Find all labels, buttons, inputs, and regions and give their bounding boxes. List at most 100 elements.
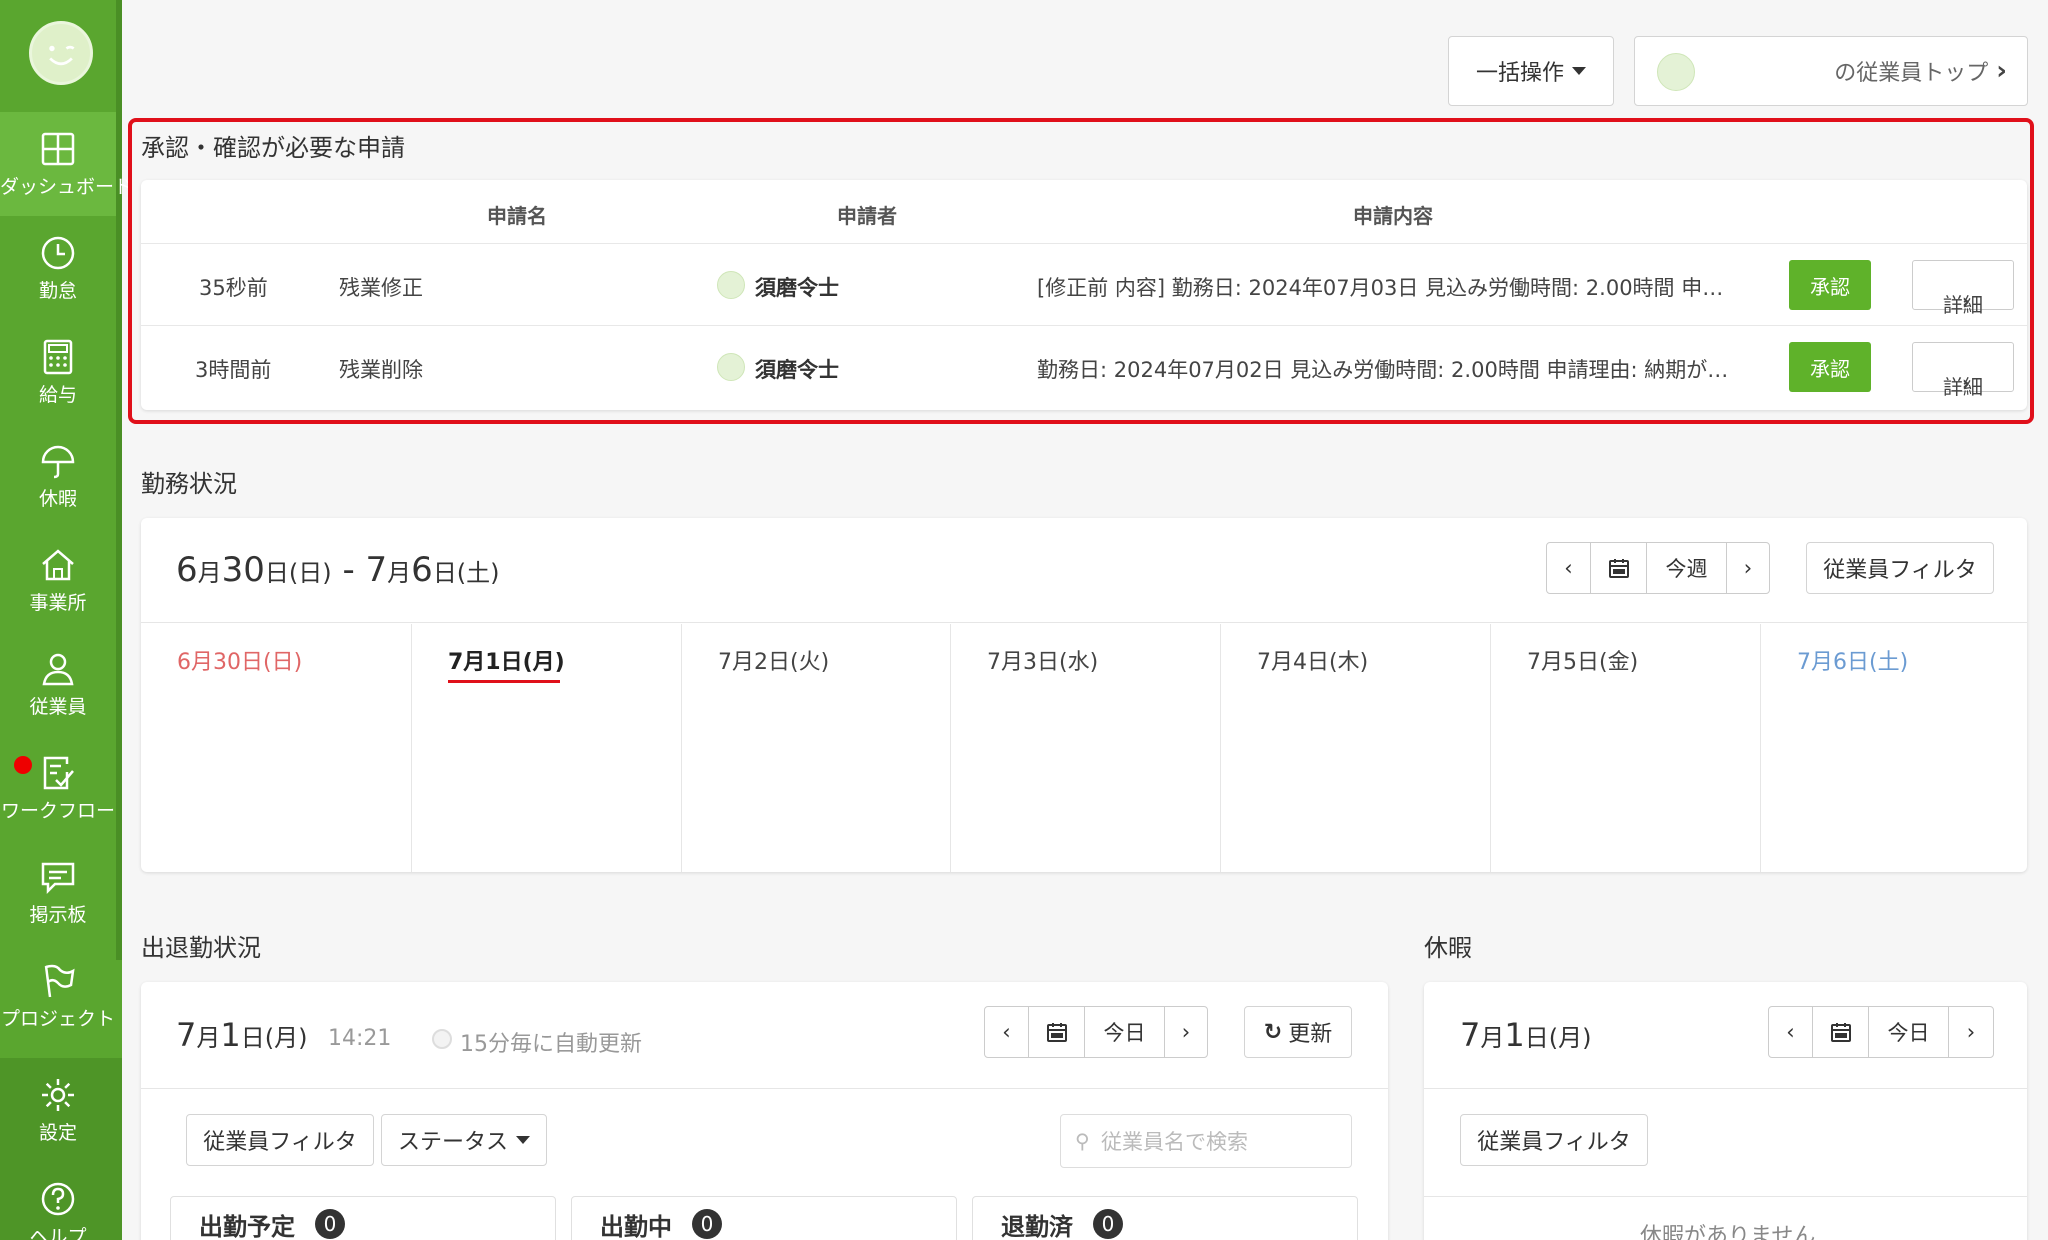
- chevron-right-icon: ›: [1966, 1020, 1976, 1044]
- status-label: ステータス: [397, 1130, 508, 1155]
- employee-search-input[interactable]: ⚲ 従業員名で検索: [1060, 1114, 1352, 1168]
- row-applicant[interactable]: 須磨令士: [755, 272, 839, 302]
- prev-day-button[interactable]: ‹: [985, 1007, 1029, 1057]
- day-column-today[interactable]: 7月1日(月): [412, 624, 682, 872]
- leave-empty-message: 休暇がありません: [1640, 1224, 1816, 1240]
- row-content: 勤務日: 2024年07月02日 見込み労働時間: 2.00時間 申請理由: 納…: [1037, 358, 1729, 382]
- next-week-button[interactable]: ›: [1727, 543, 1769, 593]
- today-button[interactable]: 今日: [1085, 1007, 1165, 1057]
- attendance-time: 14:21: [328, 1026, 392, 1051]
- day-column[interactable]: 7月2日(火): [682, 624, 951, 872]
- table-row[interactable]: 3時間前 残業削除 須磨令士 勤務日: 2024年07月02日 見込み労働時間:…: [141, 326, 2027, 408]
- next-day-button[interactable]: ›: [1165, 1007, 1207, 1057]
- divider: [1424, 1196, 2027, 1197]
- refresh-icon: ↻: [1263, 1019, 1283, 1045]
- range-start-suffix: 日(日): [264, 559, 332, 587]
- search-icon: ⚲: [1075, 1129, 1090, 1153]
- sidebar-item-label: 掲示板: [29, 904, 87, 926]
- day-column[interactable]: 7月6日(土): [1761, 624, 2027, 872]
- sidebar: ダッシュボード 勤怠 給与 休暇 事業所 従業員 ワークフロー 掲示板 プロジェ…: [0, 0, 134, 1240]
- refresh-label: 更新: [1288, 1022, 1333, 1047]
- sidebar-item-help[interactable]: ヘルプ: [0, 1162, 116, 1240]
- sidebar-item-workflow[interactable]: ワークフロー: [0, 736, 116, 840]
- sidebar-item-label: ダッシュボード: [0, 176, 134, 198]
- range-start-month: 6: [176, 550, 198, 590]
- employee-filter-button[interactable]: 従業員フィルタ: [1806, 542, 1994, 594]
- chevron-left-icon: ‹: [1786, 1020, 1795, 1044]
- stat-count-badge: 0: [1093, 1209, 1123, 1239]
- column-header-name: 申請名: [487, 204, 547, 228]
- day-navigator: ‹ 今日 ›: [984, 1006, 1208, 1058]
- calendar-button[interactable]: [1813, 1007, 1869, 1057]
- bulk-action-label: 一括操作: [1475, 61, 1564, 86]
- prev-day-button[interactable]: ‹: [1769, 1007, 1813, 1057]
- sidebar-item-label: 設定: [38, 1122, 77, 1144]
- calendar-icon: [1046, 1023, 1067, 1042]
- next-day-button[interactable]: ›: [1949, 1007, 1993, 1057]
- sidebar-item-leave[interactable]: 休暇: [0, 424, 116, 528]
- prev-week-button[interactable]: ‹: [1547, 543, 1591, 593]
- approve-button[interactable]: 承認: [1789, 260, 1871, 310]
- today-button[interactable]: 今日: [1869, 1007, 1949, 1057]
- column-header-content: 申請内容: [1353, 204, 1433, 228]
- sidebar-item-dashboard[interactable]: ダッシュボード: [0, 112, 134, 216]
- calendar-icon: [1608, 559, 1629, 578]
- table-row[interactable]: 35秒前 残業修正 須磨令士 [修正前 内容] 勤務日: 2024年07月03日…: [141, 244, 2027, 326]
- date-month-char: 月: [1480, 1024, 1505, 1052]
- employee-filter-button[interactable]: 従業員フィルタ: [186, 1114, 374, 1166]
- day-column[interactable]: 7月3日(水): [951, 624, 1221, 872]
- day-column[interactable]: 7月5日(金): [1491, 624, 1761, 872]
- stat-left[interactable]: 退勤済 0: [972, 1196, 1358, 1240]
- calendar-button[interactable]: [1591, 543, 1647, 593]
- avatar: [1657, 53, 1695, 91]
- sidebar-item-settings[interactable]: 設定: [0, 1058, 116, 1162]
- date-suffix: 日(月): [240, 1024, 308, 1052]
- calendar-button[interactable]: [1029, 1007, 1085, 1057]
- sidebar-item-payroll[interactable]: 給与: [0, 320, 116, 424]
- row-time: 3時間前: [195, 358, 272, 382]
- bulk-action-button[interactable]: 一括操作: [1448, 36, 1614, 106]
- sidebar-item-employees[interactable]: 従業員: [0, 632, 116, 736]
- work-status-title: 勤務状況: [141, 470, 237, 498]
- checklist-icon: [43, 756, 74, 790]
- row-applicant[interactable]: 須磨令士: [755, 354, 839, 384]
- day-column[interactable]: 7月4日(木): [1221, 624, 1491, 872]
- umbrella-icon: [41, 445, 75, 479]
- gear-icon: [42, 1079, 74, 1111]
- sidebar-scrollbar[interactable]: [116, 0, 122, 960]
- day-label: 7月4日(木): [1257, 650, 1369, 675]
- employee-filter-button[interactable]: 従業員フィルタ: [1460, 1114, 1648, 1166]
- divider: [141, 1088, 1388, 1089]
- app-logo[interactable]: [29, 21, 93, 85]
- attendance-title: 出退勤状況: [141, 934, 261, 962]
- stat-scheduled[interactable]: 出勤予定 0: [170, 1196, 556, 1240]
- detail-button[interactable]: 詳細 ›: [1912, 342, 2014, 399]
- week-navigator: ‹ 今週 ›: [1546, 542, 1770, 594]
- status-dropdown[interactable]: ステータス: [381, 1114, 547, 1166]
- caret-down-icon: [1572, 67, 1586, 75]
- sidebar-item-board[interactable]: 掲示板: [0, 840, 116, 944]
- date-day: 1: [1504, 1016, 1525, 1054]
- search-placeholder: 従業員名で検索: [1101, 1130, 1248, 1154]
- sidebar-item-attendance[interactable]: 勤怠: [0, 216, 116, 320]
- sidebar-item-office[interactable]: 事業所: [0, 528, 116, 632]
- approve-button[interactable]: 承認: [1789, 342, 1871, 392]
- this-week-button[interactable]: 今週: [1647, 543, 1727, 593]
- calculator-icon: [43, 339, 73, 375]
- sidebar-item-label: 従業員: [29, 696, 87, 718]
- detail-button[interactable]: 詳細 ›: [1912, 260, 2014, 317]
- stat-working[interactable]: 出勤中 0: [571, 1196, 957, 1240]
- refresh-button[interactable]: ↻ 更新: [1244, 1006, 1352, 1058]
- day-label: 7月2日(火): [718, 650, 830, 675]
- day-column[interactable]: 6月30日(日): [141, 624, 412, 872]
- sidebar-item-label: 勤怠: [38, 280, 77, 302]
- dashboard-icon: [41, 132, 75, 166]
- day-label: 6月30日(日): [177, 650, 303, 675]
- sidebar-item-project[interactable]: プロジェクト: [0, 944, 116, 1048]
- employee-top-button[interactable]: の従業員トップ ›: [1634, 36, 2028, 106]
- sidebar-item-label: ヘルプ: [29, 1226, 87, 1240]
- sidebar-item-label: ワークフロー: [0, 800, 115, 822]
- range-end-day: 6: [411, 550, 433, 590]
- chevron-right-icon: ›: [1743, 556, 1753, 580]
- employee-top-label: の従業員トップ: [1834, 61, 1989, 86]
